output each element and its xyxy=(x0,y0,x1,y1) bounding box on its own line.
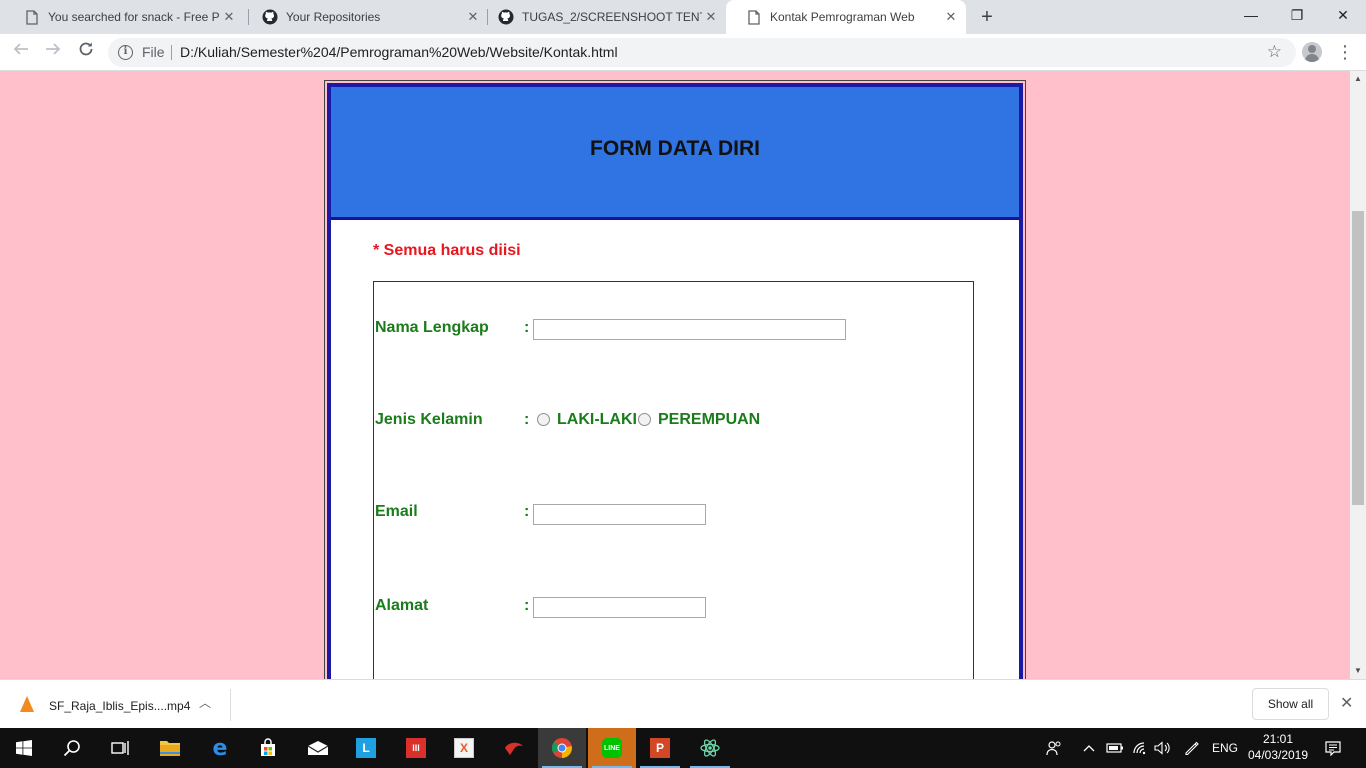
battery-icon[interactable] xyxy=(1106,728,1124,768)
scrollbar-thumb[interactable] xyxy=(1352,211,1364,505)
url-text[interactable]: D:/Kuliah/Semester%204/Pemrograman%20Web… xyxy=(180,44,618,60)
bookmark-star-icon[interactable]: ☆ xyxy=(1267,42,1282,62)
tab-kontak-pemrograman-web[interactable]: Kontak Pemrograman Web ✕ xyxy=(726,0,966,34)
start-icon[interactable] xyxy=(0,728,48,768)
volume-icon[interactable] xyxy=(1154,728,1170,768)
back-button[interactable] xyxy=(9,40,33,64)
tab-title: TUGAS_2/SCREENSHOOT TENTA xyxy=(522,10,702,24)
tab-snack-search[interactable]: You searched for snack - Free Po ✕ xyxy=(4,0,244,34)
file-explorer-icon[interactable] xyxy=(146,728,194,768)
email-label: Email xyxy=(375,503,418,520)
omnibox-divider xyxy=(171,45,172,60)
page-icon xyxy=(24,9,40,25)
page-scrollbar[interactable]: ▲ ▼ xyxy=(1350,71,1366,679)
scroll-down-icon[interactable]: ▼ xyxy=(1350,663,1366,679)
close-icon[interactable]: ✕ xyxy=(1340,693,1353,713)
tab-title: Your Repositories xyxy=(286,10,381,24)
close-icon[interactable]: ✕ xyxy=(220,8,238,26)
page-icon xyxy=(746,9,762,25)
name-colon: : xyxy=(524,319,530,336)
language-indicator[interactable]: ENG xyxy=(1212,728,1238,768)
scheme-label: File xyxy=(142,44,165,60)
scroll-up-icon[interactable]: ▲ xyxy=(1350,71,1366,87)
mail-icon[interactable] xyxy=(294,728,342,768)
atom-icon[interactable] xyxy=(686,728,734,768)
vlc-file-icon xyxy=(20,696,34,712)
browser-tab-strip: You searched for snack - Free Po ✕ Your … xyxy=(0,0,1366,34)
chrome-icon[interactable] xyxy=(538,728,586,768)
form-fields-box: Nama Lengkap : Jenis Kelamin : LAKI-LAKI… xyxy=(373,281,974,679)
close-icon[interactable]: ✕ xyxy=(702,8,720,26)
people-icon[interactable] xyxy=(1046,728,1062,768)
gender-radio-female[interactable] xyxy=(638,413,651,426)
clock-time: 21:01 xyxy=(1262,732,1294,746)
address-field[interactable] xyxy=(533,597,706,618)
chevron-up-icon[interactable]: ︿ xyxy=(199,694,211,711)
system-clock[interactable]: 21:01 04/03/2019 xyxy=(1238,731,1318,763)
download-file-name[interactable]: SF_Raja_Iblis_Epis....mp4 xyxy=(49,699,190,713)
task-view-icon[interactable] xyxy=(96,728,144,768)
gender-radio-male[interactable] xyxy=(537,413,550,426)
github-icon xyxy=(498,9,514,25)
svg-text:e: e xyxy=(213,737,228,759)
name-label: Nama Lengkap xyxy=(375,319,489,336)
address-colon: : xyxy=(524,597,530,614)
tab-title: You searched for snack - Free Po xyxy=(48,10,220,24)
tab-your-repositories[interactable]: Your Repositories ✕ xyxy=(242,0,488,34)
email-field[interactable] xyxy=(533,504,706,525)
powerpoint-icon[interactable]: P xyxy=(636,728,684,768)
minimize-button[interactable]: — xyxy=(1228,0,1274,30)
chevron-up-icon[interactable] xyxy=(1083,728,1095,768)
profile-avatar-icon[interactable] xyxy=(1302,42,1322,62)
store-icon[interactable] xyxy=(244,728,292,768)
notifications-icon[interactable] xyxy=(1325,728,1341,768)
browser-toolbar: i File D:/Kuliah/Semester%204/Pemrograma… xyxy=(0,34,1366,71)
line-icon[interactable]: LINE xyxy=(588,728,636,768)
red-app-icon[interactable]: III xyxy=(392,728,440,768)
tab-tugas-screenshoot[interactable]: TUGAS_2/SCREENSHOOT TENTA ✕ xyxy=(478,0,726,34)
form-container: FORM DATA DIRI * Semua harus diisi Nama … xyxy=(327,83,1023,679)
form-header: FORM DATA DIRI xyxy=(331,87,1019,220)
required-note: * Semua harus diisi xyxy=(373,242,521,259)
pen-icon[interactable] xyxy=(1183,728,1199,768)
gender-colon: : xyxy=(524,411,530,428)
gender-option-male[interactable]: LAKI-LAKI xyxy=(557,411,637,429)
wifi-icon[interactable] xyxy=(1132,728,1148,768)
tab-title: Kontak Pemrograman Web xyxy=(770,10,915,24)
reload-icon xyxy=(79,42,93,56)
github-icon xyxy=(262,9,278,25)
address-label: Alamat xyxy=(375,597,429,614)
game-app-icon[interactable] xyxy=(490,728,538,768)
clock-date: 04/03/2019 xyxy=(1247,748,1309,762)
info-icon[interactable]: i xyxy=(118,45,133,60)
search-icon[interactable] xyxy=(48,728,96,768)
l-app-icon[interactable]: L xyxy=(342,728,390,768)
email-colon: : xyxy=(524,503,530,520)
maximize-button[interactable]: ❐ xyxy=(1274,0,1320,30)
edge-icon[interactable]: e xyxy=(196,728,244,768)
close-icon[interactable]: ✕ xyxy=(942,8,960,26)
name-field[interactable] xyxy=(533,319,846,340)
page-viewport: FORM DATA DIRI * Semua harus diisi Nama … xyxy=(0,71,1350,679)
page-title: FORM DATA DIRI xyxy=(590,137,760,160)
arrow-right-icon xyxy=(46,43,61,55)
download-bar: SF_Raja_Iblis_Epis....mp4 ︿ Show all ✕ xyxy=(0,679,1366,728)
gender-option-female[interactable]: PEREMPUAN xyxy=(658,411,760,429)
download-divider xyxy=(230,689,231,721)
gender-label: Jenis Kelamin xyxy=(375,411,483,428)
address-bar[interactable]: i File D:/Kuliah/Semester%204/Pemrograma… xyxy=(108,38,1296,67)
reload-button[interactable] xyxy=(74,40,98,64)
close-window-button[interactable]: ✕ xyxy=(1320,0,1366,30)
form-container-outer: FORM DATA DIRI * Semua harus diisi Nama … xyxy=(324,80,1026,679)
forward-button[interactable] xyxy=(41,40,65,64)
windows-taskbar: e L III X LINE P ENG 21:01 04/03/2019 xyxy=(0,728,1366,768)
arrow-left-icon xyxy=(13,43,28,55)
show-all-button[interactable]: Show all xyxy=(1252,688,1329,720)
more-menu-icon[interactable]: ⋮ xyxy=(1336,41,1354,63)
new-tab-button[interactable]: + xyxy=(976,6,998,28)
xampp-icon[interactable]: X xyxy=(440,728,488,768)
